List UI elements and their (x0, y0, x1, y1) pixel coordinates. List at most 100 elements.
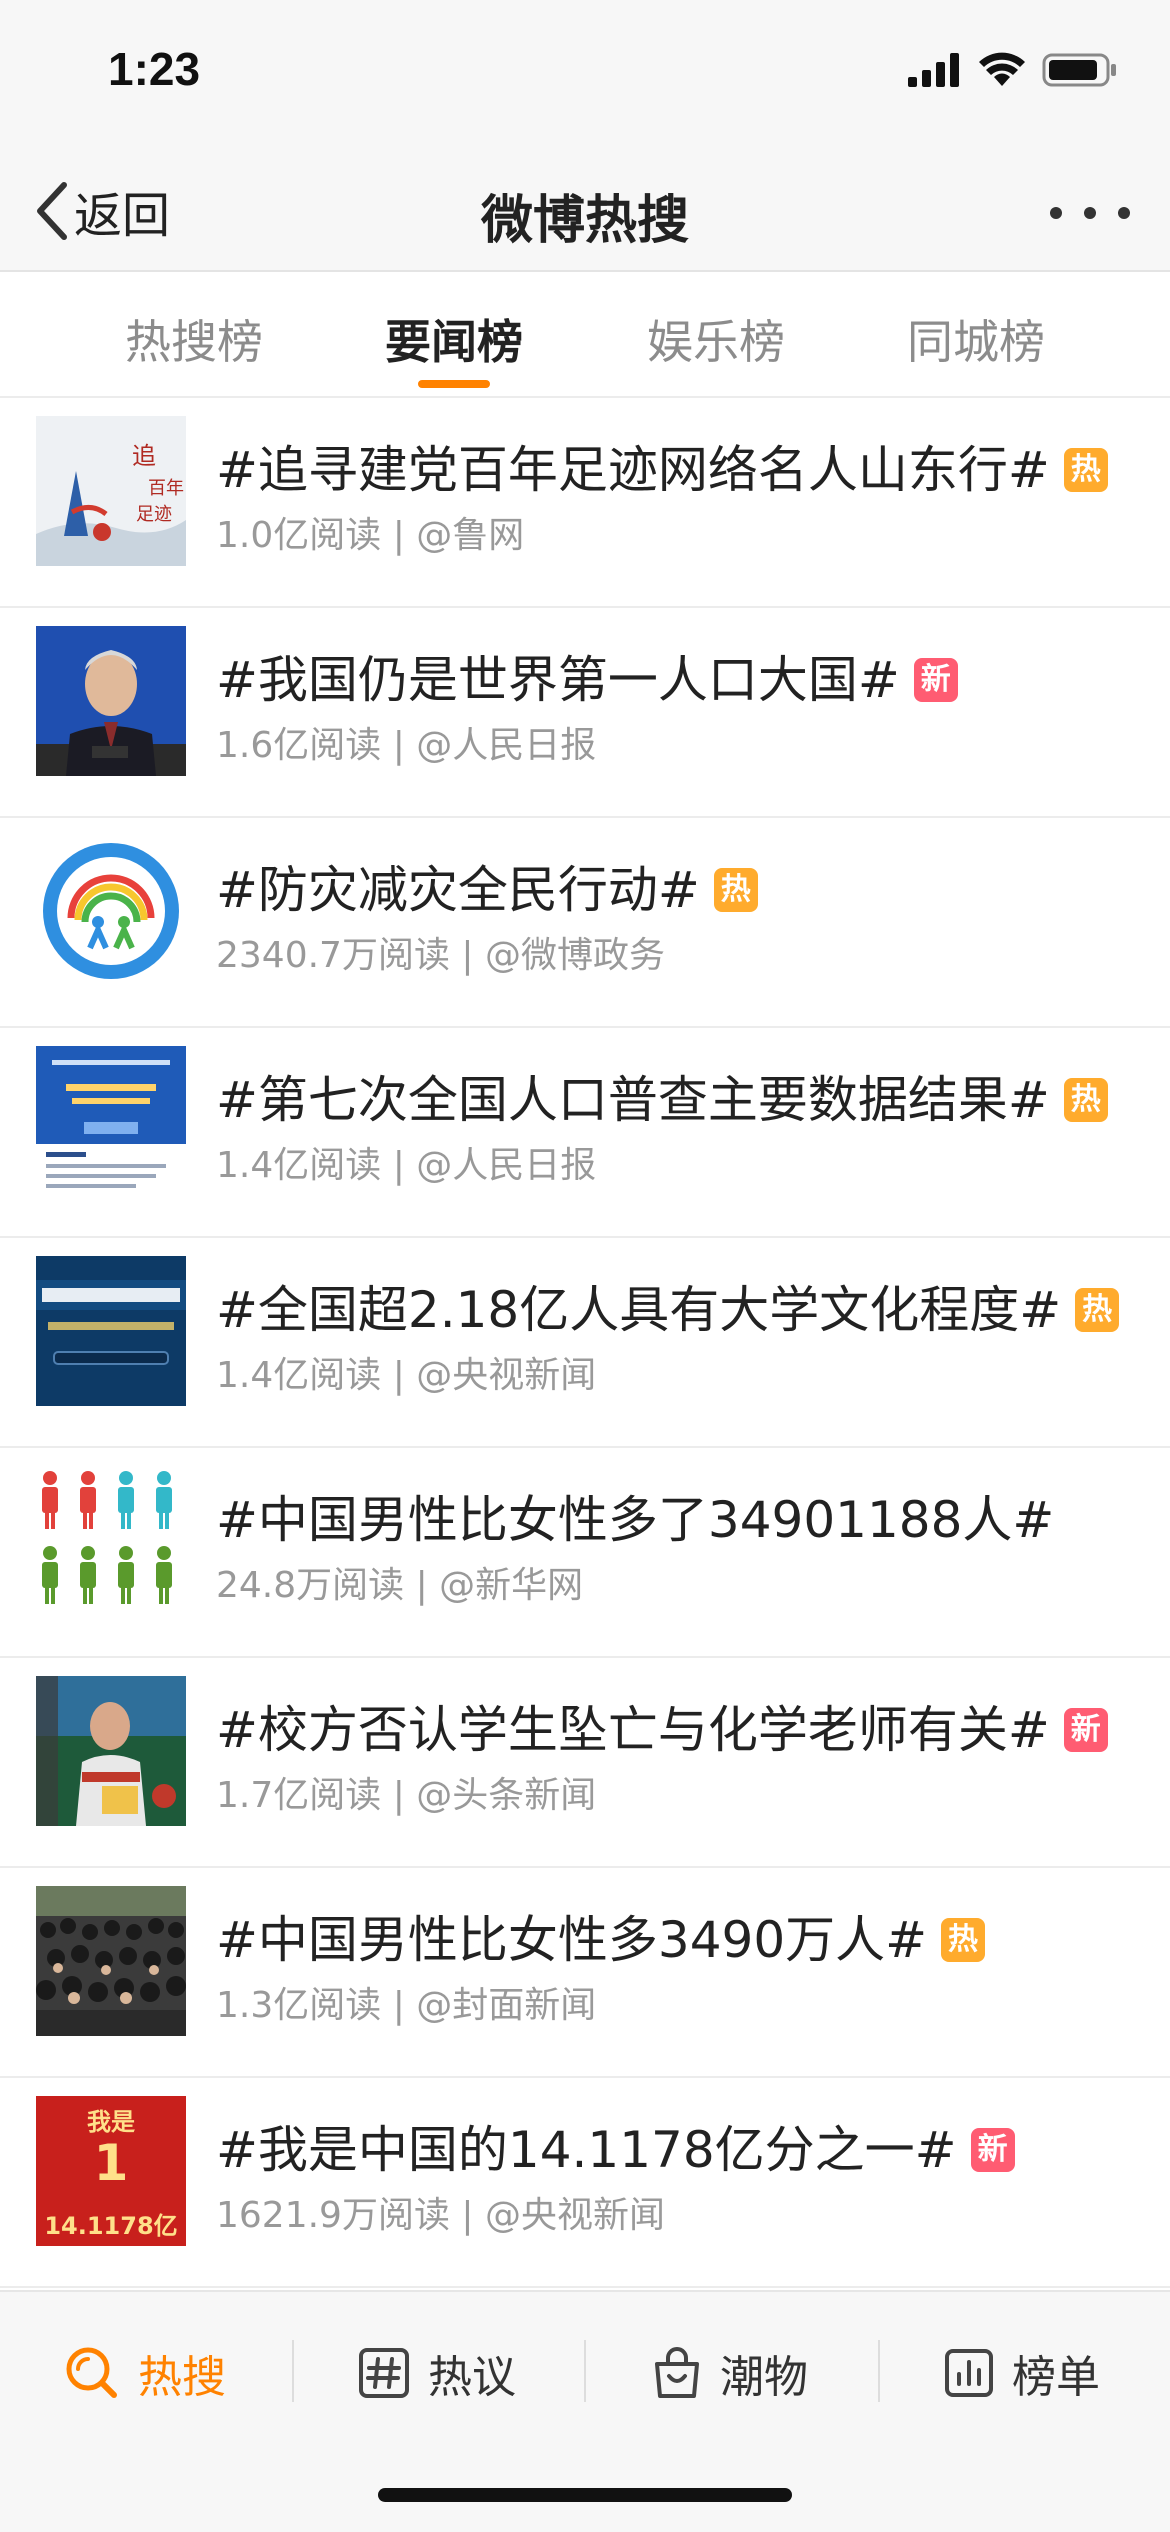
topic-thumbnail (36, 1466, 186, 1616)
nav-bar: 返回 微博热搜 (0, 150, 1170, 272)
topic-thumbnail: 我是 1 14.1178亿 (36, 2096, 186, 2246)
topic-meta: 1.4亿阅读 | @央视新闻 (216, 1355, 597, 1396)
thumbnail-caption-top: 我是 (87, 2108, 135, 2136)
tabbar-label: 潮物 (720, 2352, 808, 2403)
topic-title-text: #我是中国的14.1178亿分之一# (216, 2121, 957, 2179)
list-item[interactable]: #中国男性比女性多3490万人# 热 1.3亿阅读 | @封面新闻 (0, 1868, 1170, 2078)
status-bar: 1:23 (0, 0, 1170, 150)
list-item[interactable]: #防灾减灾全民行动# 热 2340.7万阅读 | @微博政务 (0, 818, 1170, 1028)
tab-news[interactable]: 要闻榜 (324, 306, 584, 372)
topic-title-text: #防灾减灾全民行动# (216, 861, 700, 919)
topic-meta: 1621.9万阅读 | @央视新闻 (216, 2195, 665, 2236)
new-badge: 新 (913, 658, 958, 702)
topic-title-text: #全国超2.18亿人具有大学文化程度# (216, 1281, 1062, 1339)
svg-text:足迹: 足迹 (136, 504, 172, 525)
thumbnail-image (36, 1046, 186, 1196)
chart-icon (945, 2349, 993, 2397)
topic-thumbnail (36, 1256, 186, 1406)
tabbar-item-trends[interactable]: 潮物 (652, 2338, 808, 2408)
topic-thumbnail (36, 1676, 186, 1826)
topic-title: #全国超2.18亿人具有大学文化程度# 热 (216, 1270, 1120, 1342)
new-badge: 新 (970, 2128, 1015, 2172)
topic-title: #中国男性比女性多3490万人# 热 (216, 1900, 986, 1972)
topic-title-text: #中国男性比女性多3490万人# (216, 1911, 928, 1969)
topic-thumbnail (36, 836, 186, 986)
dot-icon (1118, 207, 1130, 219)
list-item[interactable]: #第七次全国人口普查主要数据结果# 热 1.4亿阅读 | @人民日报 (0, 1028, 1170, 1238)
dot-icon (1084, 207, 1096, 219)
shopping-bag-icon (655, 2347, 699, 2398)
divider (878, 2340, 880, 2402)
topic-title: #防灾减灾全民行动# 热 (216, 850, 758, 922)
thumbnail-caption-bottom: 14.1178亿 (44, 2212, 178, 2240)
list-item[interactable]: 我是 1 14.1178亿 #我是中国的14.1178亿分之一# 新 1621.9… (0, 2078, 1170, 2288)
topic-list: 追 百年 足迹 #追寻建党百年足迹网络名人山东行# 热 1.0亿阅读 | @鲁网 … (0, 398, 1170, 2288)
status-time: 1:23 (108, 43, 201, 95)
topic-title: #我是中国的14.1178亿分之一# 新 (216, 2110, 1015, 2182)
topic-meta: 1.6亿阅读 | @人民日报 (216, 725, 597, 766)
topic-title: #我国仍是世界第一人口大国# 新 (216, 640, 958, 712)
hot-badge: 热 (1063, 1078, 1108, 1122)
hot-badge: 热 (1063, 448, 1108, 492)
status-icons (908, 52, 1118, 88)
list-item[interactable]: #全国超2.18亿人具有大学文化程度# 热 1.4亿阅读 | @央视新闻 (0, 1238, 1170, 1448)
list-item[interactable]: #校方否认学生坠亡与化学老师有关# 新 1.7亿阅读 | @头条新闻 (0, 1658, 1170, 1868)
topic-title: #中国男性比女性多了34901188人# (216, 1480, 1054, 1552)
thumbnail-image (36, 1256, 186, 1406)
tabbar-label: 热搜 (138, 2352, 226, 2403)
topic-title-text: #校方否认学生坠亡与化学老师有关# (216, 1701, 1050, 1759)
thumbnail-image (36, 1886, 186, 2036)
topic-meta: 1.0亿阅读 | @鲁网 (216, 515, 525, 556)
page-title: 微博热搜 (480, 191, 689, 251)
thumbnail-image: 追 百年 足迹 (36, 416, 186, 566)
topic-thumbnail: 追 百年 足迹 (36, 416, 186, 566)
thumbnail-caption-number: 1 (93, 2134, 129, 2192)
topic-meta: 2340.7万阅读 | @微博政务 (216, 935, 665, 976)
hot-badge: 热 (1075, 1288, 1120, 1332)
divider (584, 2340, 586, 2402)
tab-entertainment[interactable]: 娱乐榜 (586, 306, 846, 372)
home-indicator (378, 2488, 792, 2502)
battery-icon (1042, 53, 1116, 87)
svg-text:百年: 百年 (148, 478, 184, 499)
topic-meta: 1.7亿阅读 | @头条新闻 (216, 1775, 597, 1816)
topic-thumbnail (36, 1046, 186, 1196)
topic-meta: 1.3亿阅读 | @封面新闻 (216, 1985, 597, 2026)
divider (292, 2340, 294, 2402)
svg-text:追: 追 (132, 442, 156, 470)
tabbar-label: 榜单 (1012, 2352, 1100, 2403)
topic-thumbnail (36, 626, 186, 776)
hot-badge: 热 (941, 1918, 986, 1962)
tab-local[interactable]: 同城榜 (846, 306, 1106, 372)
tabbar-item-rankings[interactable]: 榜单 (944, 2338, 1100, 2408)
tabbar-item-hot-search[interactable]: 热搜 (64, 2338, 226, 2408)
topic-title: #第七次全国人口普查主要数据结果# 热 (216, 1060, 1108, 1132)
topic-title: #校方否认学生坠亡与化学老师有关# 新 (216, 1690, 1108, 1762)
signal-icon (908, 53, 959, 87)
active-tab-indicator (418, 380, 490, 388)
more-button[interactable] (1050, 188, 1130, 238)
hot-badge: 热 (713, 868, 758, 912)
tabbar-label: 热议 (428, 2352, 516, 2403)
topic-meta: 1.4亿阅读 | @人民日报 (216, 1145, 597, 1186)
new-badge: 新 (1063, 1708, 1108, 1752)
topic-title-text: #中国男性比女性多了34901188人# (216, 1491, 1055, 1549)
tab-hot-search[interactable]: 热搜榜 (64, 306, 324, 372)
list-item[interactable]: #我国仍是世界第一人口大国# 新 1.6亿阅读 | @人民日报 (0, 608, 1170, 818)
thumbnail-image (36, 1676, 186, 1826)
search-icon (66, 2347, 117, 2398)
thumbnail-image (36, 626, 186, 776)
hashtag-icon (359, 2348, 409, 2398)
list-item[interactable]: 追 百年 足迹 #追寻建党百年足迹网络名人山东行# 热 1.0亿阅读 | @鲁网 (0, 398, 1170, 608)
topic-title-text: #追寻建党百年足迹网络名人山东行# (216, 441, 1050, 499)
wifi-icon (979, 52, 1025, 86)
topic-thumbnail (36, 1886, 186, 2036)
tabbar-item-discussion[interactable]: 热议 (358, 2338, 516, 2408)
thumbnail-image (36, 1466, 186, 1616)
topic-meta: 24.8万阅读 | @新华网 (216, 1565, 584, 1606)
topic-title-text: #我国仍是世界第一人口大国# (216, 651, 900, 709)
dot-icon (1050, 207, 1062, 219)
ranking-tabs: 热搜榜 要闻榜 娱乐榜 同城榜 (0, 272, 1170, 398)
topic-title: #追寻建党百年足迹网络名人山东行# 热 (216, 430, 1108, 502)
list-item[interactable]: #中国男性比女性多了34901188人# 24.8万阅读 | @新华网 (0, 1448, 1170, 1658)
